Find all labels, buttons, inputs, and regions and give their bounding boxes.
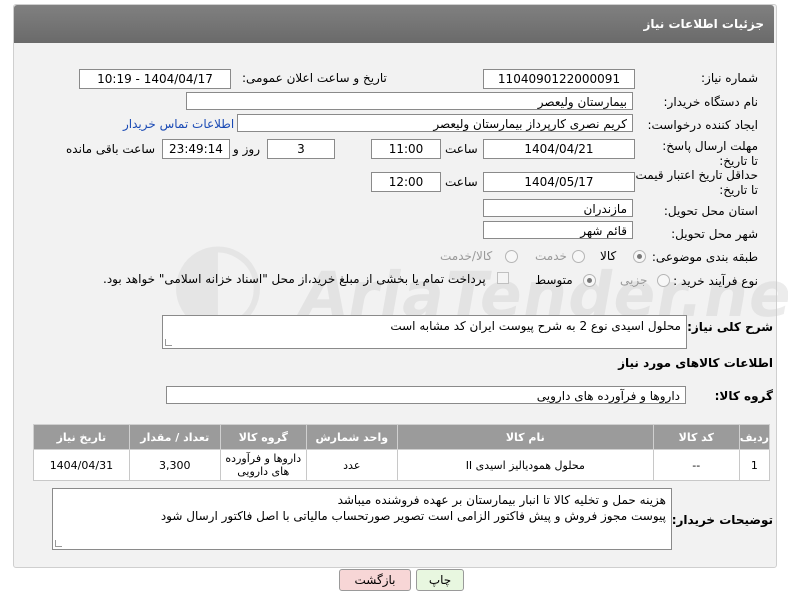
col-row: ردیف — [738, 424, 771, 450]
description-label: شرح کلی نیاز: — [687, 320, 773, 334]
buyer-notes-textarea[interactable]: هزینه حمل و تخلیه کالا تا انبار بیمارستا… — [52, 488, 672, 550]
deadline-date-field[interactable]: 1404/04/21 — [483, 139, 635, 159]
process-label: نوع فرآیند خرید : — [673, 274, 758, 288]
category-radio-service[interactable] — [572, 250, 585, 263]
process-option-medium: متوسط — [535, 273, 573, 287]
province-label: استان محل تحویل: — [663, 204, 758, 218]
goods-group-label: گروه کالا: — [714, 389, 773, 403]
col-qty: تعداد / مقدار — [128, 424, 221, 450]
deadline-time-label: ساعت — [445, 142, 478, 156]
contact-buyer-link[interactable]: اطلاعات تماس خریدار — [123, 117, 234, 131]
buyer-notes-label: توضیحات خریدار: — [671, 513, 773, 527]
page-title: جزئیات اطلاعات نیاز — [643, 17, 764, 31]
buyer-org-field[interactable]: بیمارستان ولیعصر — [186, 92, 633, 110]
buyer-notes-line-2: پیوست مجوز فروش و پیش فاکتور الزامی است … — [160, 509, 666, 523]
goods-group-field[interactable]: داروها و فرآورده های دارویی — [166, 386, 686, 404]
min-price-date-field[interactable]: 1404/05/17 — [483, 172, 635, 192]
goods-table-header: ردیف کد کالا نام کالا واحد شمارش گروه کا… — [33, 424, 771, 450]
category-option-both: کالا/خدمت — [440, 249, 493, 263]
col-date: تاریخ نیاز — [33, 424, 130, 450]
col-name: نام کالا — [396, 424, 654, 450]
buyer-org-label: نام دستگاه خریدار: — [663, 95, 759, 109]
min-price-time-field[interactable]: 12:00 — [371, 172, 441, 192]
process-option-partial: جزیی — [620, 273, 648, 287]
cell-qty: 3,300 — [128, 449, 221, 481]
col-code: کد کالا — [652, 424, 740, 450]
process-radio-medium[interactable] — [583, 274, 596, 287]
deadline-label: مهلت ارسال پاسخ: تا تاریخ: — [662, 139, 758, 168]
days-label: روز و — [233, 142, 260, 156]
panel-header: جزئیات اطلاعات نیاز — [14, 5, 774, 43]
resize-handle[interactable] — [165, 339, 172, 346]
cell-date: 1404/04/31 — [33, 449, 130, 481]
min-price-label: حداقل تاریخ اعتبار قیمت: تا تاریخ: — [631, 168, 758, 197]
remaining-time-field[interactable]: 23:49:14 — [162, 139, 230, 159]
creator-field[interactable]: کریم نصری کارپرداز بیمارستان ولیعصر — [237, 114, 633, 132]
city-label: شهر محل تحویل: — [671, 227, 758, 241]
creator-label: ایجاد کننده درخواست: — [647, 118, 758, 132]
cell-row: 1 — [738, 449, 771, 481]
description-text: محلول اسیدی نوع 2 به شرح پیوست ایران کد … — [390, 319, 681, 333]
min-price-time-label: ساعت — [445, 175, 478, 189]
cell-group: داروها و فرآورده های دارویی — [219, 449, 307, 481]
category-radio-goods[interactable] — [633, 250, 646, 263]
cell-code: -- — [652, 449, 740, 481]
days-field[interactable]: 3 — [267, 139, 335, 159]
category-option-goods: کالا — [600, 249, 617, 263]
table-row[interactable]: 1 -- محلول همودیالیز اسیدی II عدد داروها… — [33, 449, 771, 481]
description-textarea[interactable]: محلول اسیدی نوع 2 به شرح پیوست ایران کد … — [162, 315, 687, 349]
announce-field[interactable]: 1404/04/17 - 10:19 — [79, 69, 231, 89]
goods-table: ردیف کد کالا نام کالا واحد شمارش گروه کا… — [33, 424, 771, 481]
category-radio-both[interactable] — [505, 250, 518, 263]
city-field[interactable]: قائم شهر — [483, 221, 633, 239]
need-number-label: شماره نیاز: — [701, 71, 758, 85]
category-option-service: خدمت — [535, 249, 567, 263]
col-group: گروه کالا — [219, 424, 307, 450]
cell-name: محلول همودیالیز اسیدی II — [396, 449, 654, 481]
resize-handle[interactable] — [55, 540, 62, 547]
remaining-label: ساعت باقی مانده — [66, 142, 156, 156]
announce-label: تاریخ و ساعت اعلان عمومی: — [242, 71, 387, 85]
print-button[interactable]: چاپ — [416, 569, 464, 591]
col-unit: واحد شمارش — [305, 424, 398, 450]
buyer-notes-line-1: هزینه حمل و تخلیه کالا تا انبار بیمارستا… — [337, 493, 666, 507]
deadline-time-field[interactable]: 11:00 — [371, 139, 441, 159]
goods-section-title: اطلاعات کالاهای مورد نیاز — [618, 356, 773, 370]
category-label: طبقه بندی موضوعی: — [651, 250, 758, 264]
payment-note: پرداخت تمام یا بخشی از مبلغ خرید،از محل … — [103, 272, 486, 286]
back-button[interactable]: بازگشت — [339, 569, 411, 591]
treasury-checkbox[interactable] — [497, 272, 509, 284]
cell-unit: عدد — [305, 449, 398, 481]
process-radio-partial[interactable] — [657, 274, 670, 287]
need-number-field[interactable]: 1104090122000091 — [483, 69, 635, 89]
province-field[interactable]: مازندران — [483, 199, 633, 217]
